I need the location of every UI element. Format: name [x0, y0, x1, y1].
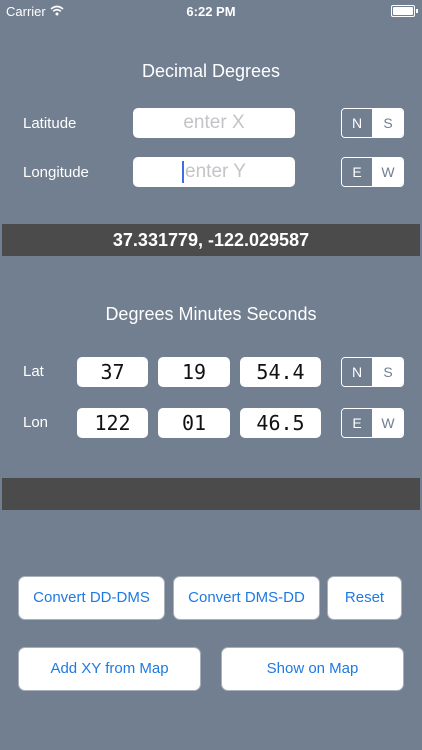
convert-dd-dms-button[interactable]: Convert DD-DMS — [18, 576, 165, 620]
dms-lon-hemisphere-toggle[interactable]: E W — [341, 408, 404, 438]
lon-minutes-input[interactable]: 01 — [158, 408, 230, 438]
west-segment[interactable]: W — [372, 158, 403, 186]
longitude-hemisphere-toggle[interactable]: E W — [341, 157, 404, 187]
longitude-input[interactable]: enter Y — [133, 157, 295, 187]
decimal-degrees-title: Decimal Degrees — [141, 61, 281, 81]
dms-lat-label: Lat — [23, 363, 44, 380]
dms-result-bar — [2, 478, 420, 510]
east-segment[interactable]: E — [342, 409, 372, 437]
lat-seconds-input[interactable]: 54.4 — [240, 357, 321, 387]
show-on-map-button[interactable]: Show on Map — [221, 647, 404, 691]
latitude-input[interactable]: enter X — [133, 108, 295, 138]
latitude-label: Latitude — [23, 115, 77, 132]
decimal-result-bar: 37.331779, -122.029587 — [2, 224, 420, 256]
reset-button[interactable]: Reset — [327, 576, 402, 620]
north-segment[interactable]: N — [342, 358, 372, 386]
south-segment[interactable]: S — [372, 109, 403, 137]
lat-degrees-input[interactable]: 37 — [77, 357, 148, 387]
convert-dms-dd-button[interactable]: Convert DMS-DD — [173, 576, 320, 620]
battery-icon — [391, 5, 418, 17]
longitude-label: Longitude — [23, 164, 89, 181]
latitude-placeholder: enter X — [183, 112, 245, 133]
status-bar: Carrier 6:22 PM — [0, 0, 422, 22]
lat-minutes-input[interactable]: 19 — [158, 357, 230, 387]
add-xy-from-map-button[interactable]: Add XY from Map — [18, 647, 201, 691]
dms-title: Degrees Minutes Seconds — [105, 304, 317, 324]
north-segment[interactable]: N — [342, 109, 372, 137]
latitude-hemisphere-toggle[interactable]: N S — [341, 108, 404, 138]
longitude-placeholder: enter Y — [185, 161, 246, 182]
east-segment[interactable]: E — [342, 158, 372, 186]
text-cursor — [182, 160, 185, 183]
west-segment[interactable]: W — [372, 409, 403, 437]
south-segment[interactable]: S — [372, 358, 403, 386]
dms-lon-label: Lon — [23, 414, 49, 431]
lon-seconds-input[interactable]: 46.5 — [240, 408, 321, 438]
lon-degrees-input[interactable]: 122 — [77, 408, 148, 438]
dms-lat-hemisphere-toggle[interactable]: N S — [341, 357, 404, 387]
clock: 6:22 PM — [186, 4, 236, 19]
decimal-result: 37.331779, -122.029587 — [112, 230, 310, 250]
